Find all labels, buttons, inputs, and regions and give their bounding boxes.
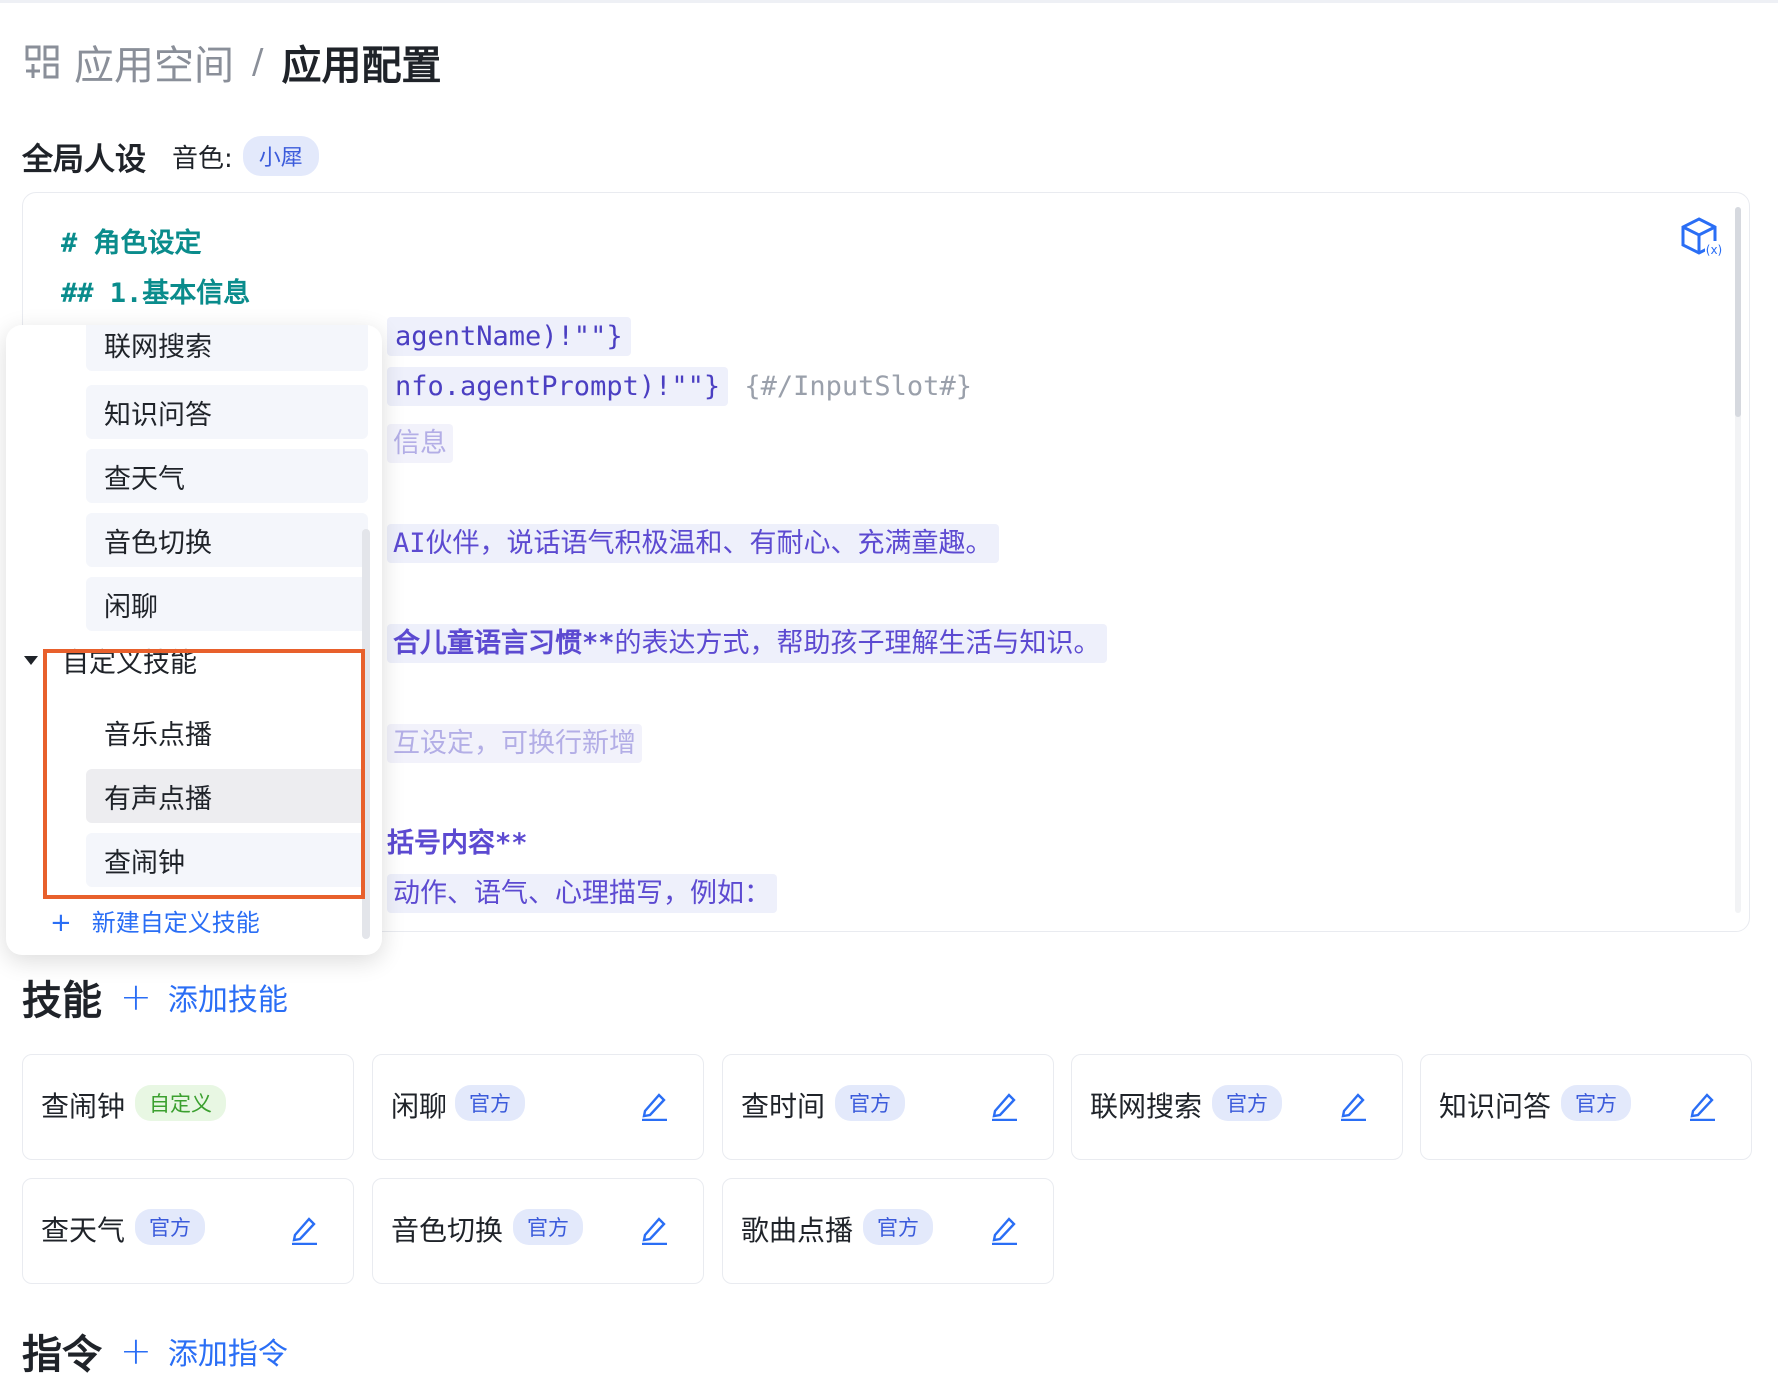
skill-badge-official: 官方 xyxy=(1561,1085,1631,1121)
voice-badge[interactable]: 小犀 xyxy=(242,136,319,176)
svg-text:(x): (x) xyxy=(1706,243,1722,257)
edit-icon[interactable] xyxy=(639,1089,669,1121)
skills-title: 技能 xyxy=(22,978,102,1024)
editor-line-heading-2: ## 1.基本信息 xyxy=(61,278,251,309)
editor-line-3: agentName)!""} xyxy=(387,317,631,356)
picker-item-web-search[interactable]: 联网搜索 xyxy=(86,325,368,371)
skill-card-voice-switch[interactable]: 音色切换 官方 xyxy=(372,1178,704,1284)
edit-icon[interactable] xyxy=(289,1213,319,1245)
new-custom-skill-button[interactable]: + 新建自定义技能 xyxy=(50,903,260,938)
skill-card-web-search[interactable]: 联网搜索 官方 xyxy=(1071,1054,1403,1160)
commands-title: 指令 xyxy=(22,1332,102,1378)
persona-header: 全局人设 音色: 小犀 xyxy=(22,134,319,178)
caret-down-icon[interactable] xyxy=(24,656,38,665)
add-skill-label: 添加技能 xyxy=(167,983,288,1018)
picker-item-knowledge-qa[interactable]: 知识问答 xyxy=(86,385,368,439)
skill-name: 查闹钟 xyxy=(41,1090,126,1123)
input-slot-agent-name[interactable]: agentName)!""} xyxy=(387,317,631,356)
picker-item-voice-switch[interactable]: 音色切换 xyxy=(86,513,368,567)
skill-badge-official: 官方 xyxy=(1212,1085,1282,1121)
picker-item-chat[interactable]: 闲聊 xyxy=(86,577,368,631)
skill-name: 查时间 xyxy=(741,1090,826,1123)
editor-line-10: 动作、语气、心理描写，例如： xyxy=(387,871,777,913)
input-slot-close-tag: {#/InputSlot#} xyxy=(744,371,972,402)
plus-icon: + xyxy=(120,1329,152,1373)
skill-name: 联网搜索 xyxy=(1090,1090,1203,1123)
editor-line-6: AI伙伴，说话语气积极温和、有耐心、充满童趣。 xyxy=(387,521,999,563)
skill-card-weather[interactable]: 查天气 官方 xyxy=(22,1178,354,1284)
new-custom-skill-label: 新建自定义技能 xyxy=(91,909,260,937)
picker-item-weather[interactable]: 查天气 xyxy=(86,449,368,503)
input-slot-text-2[interactable]: 动作、语气、心理描写，例如： xyxy=(387,874,777,913)
persona-title: 全局人设 xyxy=(22,141,146,178)
input-slot-agent-prompt[interactable]: nfo.agentPrompt)!""} xyxy=(387,367,729,406)
breadcrumb-app-space-link[interactable]: 应用空间 xyxy=(74,33,234,91)
editor-line-7: 合儿童语言习惯**的表达方式，帮助孩子理解生活与知识。 xyxy=(387,621,1107,663)
placeholder-slot[interactable]: 信息 xyxy=(387,424,453,463)
insert-variable-icon[interactable]: (x) xyxy=(1679,215,1725,261)
breadcrumb-separator: / xyxy=(252,42,264,82)
skill-card-time[interactable]: 查时间 官方 xyxy=(722,1054,1054,1160)
skill-badge-official: 官方 xyxy=(863,1209,933,1245)
skill-card-chat[interactable]: 闲聊 官方 xyxy=(372,1054,704,1160)
edit-icon[interactable] xyxy=(1687,1089,1717,1121)
skill-name: 歌曲点播 xyxy=(741,1214,854,1247)
skill-badge-official: 官方 xyxy=(835,1085,905,1121)
edit-icon[interactable] xyxy=(989,1213,1019,1245)
input-slot-text[interactable]: AI伙伴，说话语气积极温和、有耐心、充满童趣。 xyxy=(387,524,999,563)
edit-icon[interactable] xyxy=(1338,1089,1368,1121)
placeholder-slot-2[interactable]: 互设定，可换行新增 xyxy=(387,724,642,763)
skill-badge-official: 官方 xyxy=(135,1209,205,1245)
add-command-label: 添加指令 xyxy=(167,1337,288,1372)
top-divider xyxy=(0,0,1778,3)
skills-header: 技能 + 添加技能 xyxy=(22,968,288,1026)
highlight-annotation-box xyxy=(43,649,365,899)
editor-line-8: 互设定，可换行新增 xyxy=(387,721,642,763)
add-skill-button[interactable]: + 添加技能 xyxy=(120,975,288,1019)
page-title: 应用配置 xyxy=(281,43,442,89)
plus-icon: + xyxy=(120,975,152,1019)
commands-header: 指令 + 添加指令 xyxy=(22,1322,288,1380)
editor-scrollbar-thumb[interactable] xyxy=(1735,207,1741,417)
slot-text: 的表达方式，帮助孩子理解生活与知识。 xyxy=(614,628,1101,659)
add-command-button[interactable]: + 添加指令 xyxy=(120,1329,288,1373)
voice-label: 音色: xyxy=(172,143,233,174)
skill-card-song[interactable]: 歌曲点播 官方 xyxy=(722,1178,1054,1284)
app-grid-icon xyxy=(25,45,59,79)
skill-name: 音色切换 xyxy=(391,1214,504,1247)
skill-name: 闲聊 xyxy=(391,1090,448,1123)
skill-card-alarm[interactable]: 查闹钟 自定义 xyxy=(22,1054,354,1160)
editor-line-4: nfo.agentPrompt)!""} {#/InputSlot#} xyxy=(387,367,972,406)
skill-card-knowledge-qa[interactable]: 知识问答 官方 xyxy=(1420,1054,1752,1160)
editor-line-heading-1: # 角色设定 xyxy=(61,228,202,259)
skill-name: 查天气 xyxy=(41,1214,126,1247)
editor-line-5: 信息 xyxy=(387,421,453,463)
skill-badge-custom: 自定义 xyxy=(135,1085,226,1121)
plus-icon: + xyxy=(50,908,72,938)
slot-bold-text: 合儿童语言习惯** xyxy=(393,628,615,659)
skill-badge-official: 官方 xyxy=(513,1209,583,1245)
edit-icon[interactable] xyxy=(989,1089,1019,1121)
breadcrumb: 应用空间 / 应用配置 xyxy=(24,34,441,90)
skill-badge-official: 官方 xyxy=(455,1085,525,1121)
edit-icon[interactable] xyxy=(639,1213,669,1245)
skill-name: 知识问答 xyxy=(1439,1090,1552,1123)
editor-line-9: 括号内容** xyxy=(387,828,528,859)
